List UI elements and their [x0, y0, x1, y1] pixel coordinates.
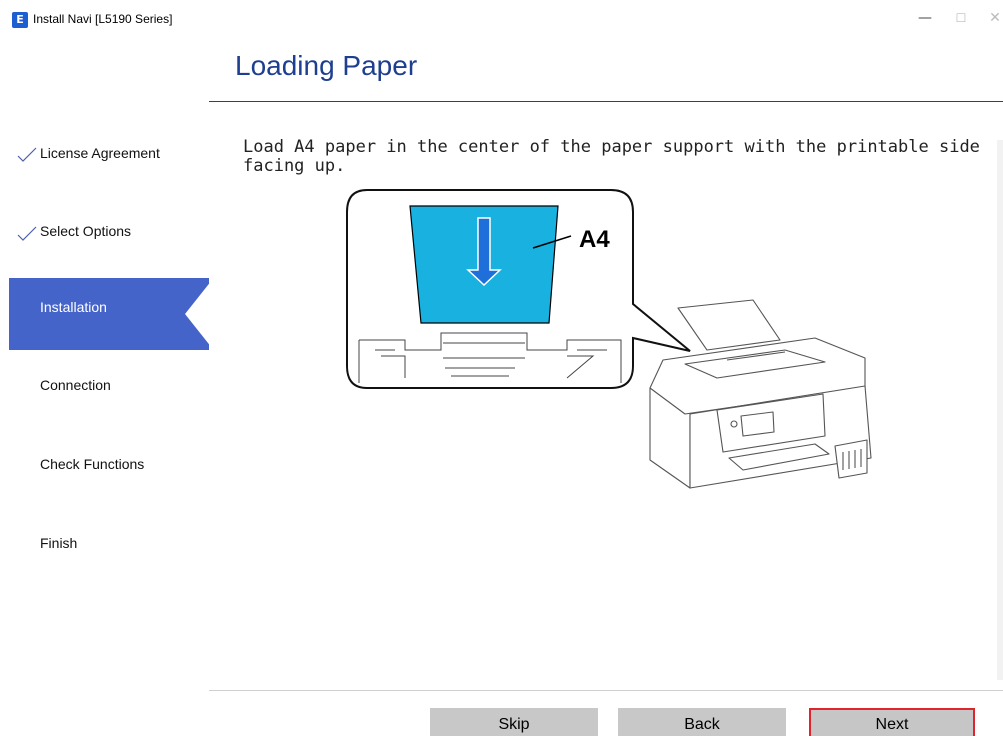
close-button[interactable]: ✕	[980, 4, 1003, 32]
maximize-button[interactable]: ☐	[946, 4, 976, 32]
step-sidebar: License Agreement Select Options Install…	[0, 110, 210, 580]
page-title: Loading Paper	[235, 50, 418, 81]
loading-paper-illustration: A4	[346, 189, 872, 489]
paper-size-label: A4	[579, 226, 610, 253]
minimize-button[interactable]: —	[910, 4, 940, 32]
step-label: Connection	[40, 377, 111, 393]
epson-app-icon: E	[12, 12, 28, 28]
window-title: Install Navi [L5190 Series]	[33, 12, 173, 26]
bottom-divider	[209, 690, 1003, 691]
step-connection: Connection	[0, 356, 210, 428]
title-divider	[209, 101, 1003, 102]
step-label: Check Functions	[40, 456, 145, 472]
step-select-options: Select Options	[0, 194, 210, 266]
scrollbar-track[interactable]	[997, 140, 1003, 680]
step-label: Finish	[40, 535, 78, 551]
instruction-text: Load A4 paper in the center of the paper…	[243, 137, 980, 176]
title-bar: E Install Navi [L5190 Series] — ☐ ✕	[0, 0, 1003, 36]
step-label: Select Options	[40, 223, 132, 239]
check-icon	[17, 147, 37, 162]
step-label: License Agreement	[40, 145, 160, 161]
step-label: Installation	[40, 299, 107, 315]
skip-button[interactable]: Skip	[430, 708, 598, 736]
check-icon	[17, 226, 37, 241]
step-check-functions: Check Functions	[0, 435, 210, 507]
step-license-agreement: License Agreement	[0, 115, 210, 187]
step-finish: Finish	[0, 514, 210, 586]
back-button[interactable]: Back	[618, 708, 786, 736]
step-installation: Installation	[9, 278, 209, 350]
printer-drawing	[649, 299, 872, 489]
next-button[interactable]: Next	[809, 708, 975, 736]
